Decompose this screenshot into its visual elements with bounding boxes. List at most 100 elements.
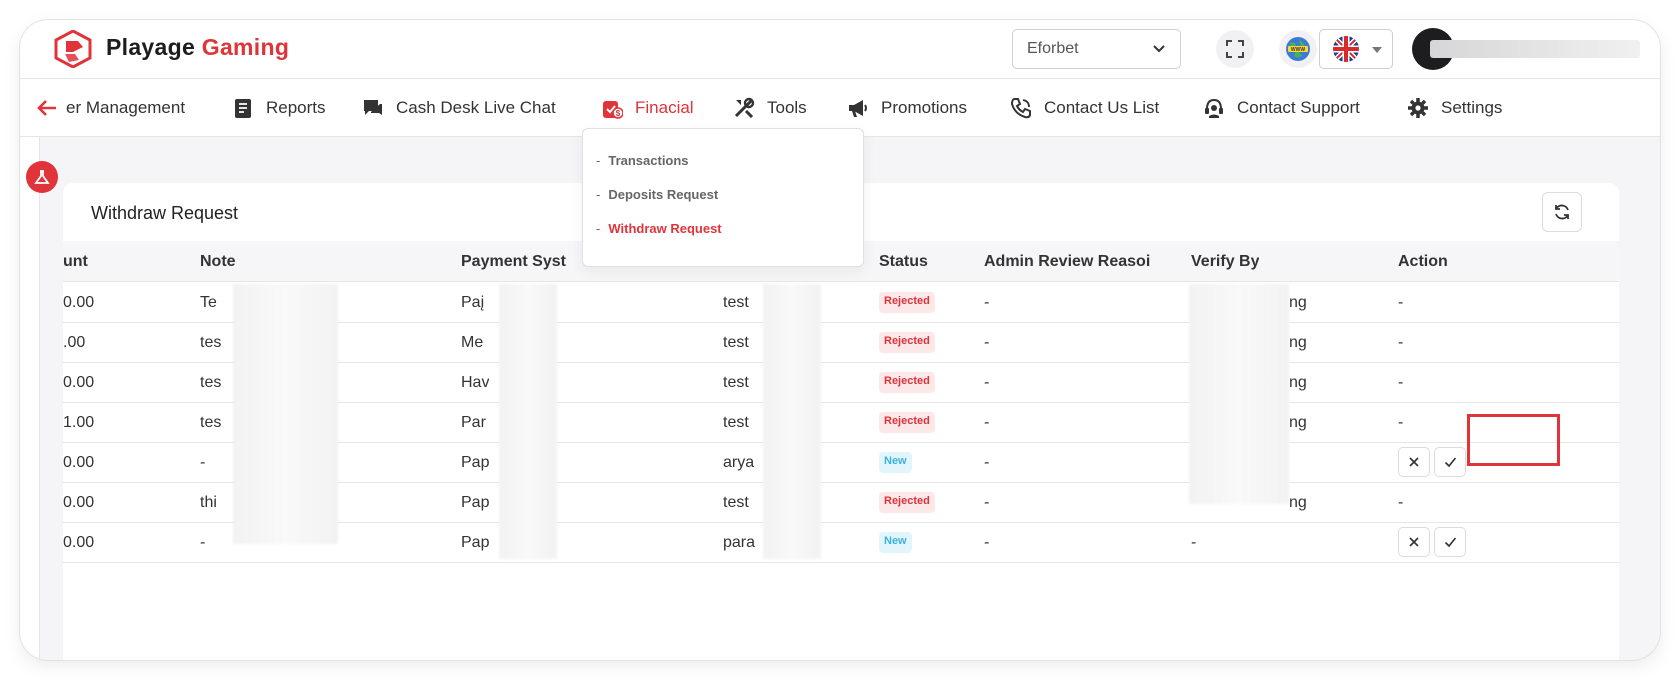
- col-verify-by[interactable]: Verify By: [1191, 253, 1259, 271]
- col-status[interactable]: Status: [879, 253, 928, 271]
- cell-action: -: [1398, 414, 1404, 431]
- cell-payment-system: Pap: [461, 454, 490, 471]
- svg-text:WWW: WWW: [1291, 47, 1305, 53]
- cell-amount: 0.00: [63, 374, 95, 391]
- gear-icon: [1408, 98, 1428, 118]
- menu-item-label: Deposits Request: [608, 187, 719, 202]
- logo-accent: Gaming: [201, 34, 290, 60]
- cell-user: test: [723, 374, 749, 391]
- approve-button[interactable]: [1434, 447, 1466, 477]
- cell-amount: 0.00: [63, 534, 95, 551]
- col-note[interactable]: Note: [200, 253, 236, 271]
- menu-item-deposits-request[interactable]: - Deposits Request: [596, 187, 718, 202]
- nav-item-user-management[interactable]: er Management: [66, 96, 185, 120]
- cell-payment-system: Pap: [461, 494, 490, 511]
- back-arrow-icon[interactable]: [36, 97, 58, 119]
- menu-item-label: Transactions: [608, 153, 689, 168]
- cell-user: test: [723, 414, 749, 431]
- refresh-button[interactable]: [1542, 192, 1582, 232]
- brand-select-value: Eforbet: [1027, 40, 1079, 57]
- nav-item-contact-support[interactable]: Contact Support: [1203, 96, 1360, 120]
- nav-label: Tools: [767, 98, 807, 117]
- nav-label: Finacial: [635, 98, 694, 117]
- col-action[interactable]: Action: [1398, 253, 1448, 271]
- sidebar-rail: [20, 137, 40, 660]
- redaction-user: [763, 284, 821, 559]
- cell-verify-by: ng: [1289, 294, 1307, 311]
- redaction-note: [233, 284, 338, 544]
- status-badge: Rejected: [879, 332, 935, 353]
- cell-payment-system: Par: [461, 414, 486, 431]
- redaction-verify: [1189, 284, 1289, 504]
- close-icon: [1409, 457, 1419, 467]
- svg-text:$: $: [616, 109, 621, 118]
- cell-amount: 0.00: [63, 494, 95, 511]
- top-bar: Playage Gaming Eforbet WWW: [20, 20, 1660, 79]
- reject-button[interactable]: [1398, 527, 1430, 557]
- check-icon: [1444, 457, 1456, 468]
- menu-item-label: Withdraw Request: [608, 221, 722, 236]
- logo-icon: [54, 30, 92, 68]
- cell-admin-review-reason: -: [984, 414, 990, 431]
- fullscreen-icon: [1226, 40, 1244, 58]
- nav-label: Contact Us List: [1044, 98, 1160, 117]
- nav-item-financial[interactable]: $ Finacial: [601, 96, 694, 120]
- cell-note: Te: [200, 294, 217, 311]
- finance-icon: $: [603, 101, 623, 119]
- nav-item-promotions[interactable]: Promotions: [847, 96, 967, 120]
- action-highlight-box: [1467, 414, 1560, 466]
- cell-user: test: [723, 334, 749, 351]
- reject-button[interactable]: [1398, 447, 1430, 477]
- col-amount[interactable]: unt: [63, 253, 88, 271]
- nav-item-tools[interactable]: Tools: [733, 96, 807, 120]
- cell-payment-system: Pap: [461, 534, 490, 551]
- cell-amount: 1.00: [63, 414, 95, 431]
- website-button[interactable]: WWW: [1279, 30, 1317, 68]
- menu-item-withdraw-request[interactable]: - Withdraw Request: [596, 221, 722, 236]
- cell-verify-by: ng: [1289, 414, 1307, 431]
- cell-action: -: [1398, 294, 1404, 311]
- lab-button[interactable]: [26, 161, 58, 193]
- fullscreen-button[interactable]: [1216, 30, 1254, 68]
- cell-verify-by: ng: [1289, 374, 1307, 391]
- status-badge: Rejected: [879, 412, 935, 433]
- cell-amount: .00: [63, 334, 86, 351]
- brand-select[interactable]: Eforbet: [1012, 29, 1181, 69]
- caret-down-icon: [1372, 47, 1382, 53]
- col-payment-system[interactable]: Payment Syst: [461, 253, 571, 271]
- nav-label: Reports: [266, 98, 326, 117]
- language-select[interactable]: [1319, 29, 1393, 69]
- megaphone-icon: [849, 100, 867, 117]
- col-admin-review-reason[interactable]: Admin Review Reasoi: [984, 253, 1157, 271]
- cell-action: -: [1398, 374, 1404, 391]
- cell-note: tes: [200, 334, 222, 351]
- logo-primary: Playage: [106, 34, 196, 60]
- status-badge: New: [879, 452, 912, 473]
- refresh-icon: [1555, 204, 1569, 220]
- cell-user: test: [723, 494, 749, 511]
- check-icon: [1444, 537, 1456, 548]
- uk-flag-icon: [1333, 36, 1359, 62]
- menu-item-transactions[interactable]: - Transactions: [596, 153, 689, 168]
- app-window: Playage Gaming Eforbet WWW er Management…: [20, 20, 1660, 660]
- flask-icon: [34, 170, 50, 184]
- cell-admin-review-reason: -: [984, 334, 990, 351]
- cell-note: -: [200, 454, 206, 471]
- cell-user: test: [723, 294, 749, 311]
- nav-item-reports[interactable]: Reports: [232, 96, 326, 120]
- cell-note: -: [200, 534, 206, 551]
- logo-text: Playage Gaming: [106, 34, 289, 61]
- approve-button[interactable]: [1434, 527, 1466, 557]
- cell-admin-review-reason: -: [984, 494, 990, 511]
- nav-label: Cash Desk Live Chat: [396, 98, 556, 117]
- cell-note: tes: [200, 374, 222, 391]
- cell-action: -: [1398, 334, 1404, 351]
- nav-label: er Management: [66, 98, 186, 117]
- cell-payment-system: Paį: [461, 294, 485, 311]
- nav-item-cash-desk-chat[interactable]: Cash Desk Live Chat: [362, 96, 556, 120]
- nav-item-contact-us-list[interactable]: Contact Us List: [1010, 96, 1159, 120]
- nav-item-settings[interactable]: Settings: [1407, 96, 1502, 120]
- cell-note: thi: [200, 494, 217, 511]
- cell-verify-by: ng: [1289, 494, 1307, 511]
- cell-verify-by: -: [1191, 534, 1197, 551]
